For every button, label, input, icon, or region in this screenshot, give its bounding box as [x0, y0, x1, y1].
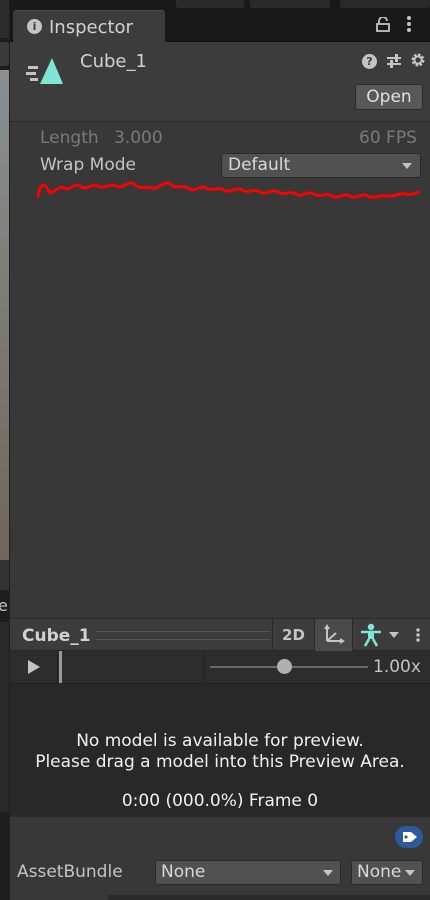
lock-icon[interactable] — [376, 17, 390, 32]
tag-icon[interactable] — [395, 826, 423, 848]
wrap-mode-value: Default — [228, 155, 291, 175]
wrap-mode-label: Wrap Mode — [40, 155, 136, 175]
play-icon — [28, 660, 40, 674]
scene-toolbar-edge — [0, 0, 9, 38]
bottom-edge — [108, 895, 430, 900]
preview-header: Cube_1 2D — [10, 618, 430, 651]
gear-icon[interactable] — [410, 52, 426, 68]
avatar-dropdown[interactable] — [352, 619, 410, 651]
open-button[interactable]: Open — [355, 84, 423, 110]
inspector-tabbar: i Inspector — [10, 0, 430, 43]
help-icon[interactable]: ? — [362, 54, 377, 69]
kebab-menu-icon[interactable] — [406, 15, 412, 33]
timeline-scrubber[interactable] — [59, 651, 62, 683]
chevron-down-icon — [405, 870, 415, 876]
toolbar-decor — [250, 0, 330, 8]
asset-bundle-bar: AssetBundle None None — [10, 816, 430, 900]
scene-viewport-edge[interactable] — [0, 70, 9, 560]
scene-view-edge: e — [0, 0, 10, 900]
play-button[interactable] — [10, 651, 58, 683]
fps-label: 60 FPS — [359, 128, 417, 148]
avatar-icon — [361, 623, 399, 647]
kebab-menu-icon[interactable] — [416, 628, 420, 642]
info-icon: i — [27, 19, 42, 34]
asset-bundle-name-dropdown[interactable]: None — [155, 860, 341, 885]
scene-tab-edge[interactable] — [0, 42, 9, 66]
red-underline-annotation — [36, 181, 420, 199]
preset-sliders-icon[interactable] — [386, 53, 402, 69]
preview-timeline: 1.00x — [10, 651, 430, 684]
asset-name: Cube_1 — [80, 51, 147, 72]
pivot-axes-icon — [324, 624, 345, 644]
chevron-down-icon — [402, 163, 412, 169]
preview-message-line1: No model is available for preview. — [76, 731, 364, 751]
length-value: 3.000 — [114, 128, 163, 148]
asset-bundle-label: AssetBundle — [17, 862, 123, 882]
wrap-mode-dropdown[interactable]: Default — [221, 153, 421, 178]
pivot-button[interactable] — [314, 619, 352, 651]
toolbar-decor — [340, 0, 430, 8]
preview-area[interactable]: No model is available for preview. Pleas… — [10, 684, 430, 816]
frame-info: 0:00 (000.0%) Frame 0 — [121, 791, 319, 811]
toggle-2d-button[interactable]: 2D — [272, 619, 314, 651]
toolbar-decor — [176, 0, 244, 8]
divider — [203, 651, 204, 683]
speed-value: 1.00x — [373, 657, 421, 677]
animation-clip-icon — [26, 58, 63, 84]
scene-panel-lower-edge — [0, 622, 9, 812]
inspector-panel: Cube_1 ? Open Length 3.000 60 FPS Wrap M… — [10, 42, 430, 618]
asset-bundle-variant-dropdown[interactable]: None — [351, 860, 423, 885]
asset-bundle-variant-value: None — [357, 862, 402, 882]
preview-resize-handle[interactable] — [96, 631, 270, 640]
scene-panel-edge — [0, 560, 9, 590]
speed-slider-knob[interactable] — [276, 659, 292, 674]
preview-title: Cube_1 — [22, 626, 91, 646]
chevron-down-icon — [323, 870, 333, 876]
length-label: Length — [40, 128, 99, 148]
asset-bundle-name-value: None — [161, 862, 206, 882]
preview-message-line2: Please drag a model into this Preview Ar… — [35, 752, 405, 772]
asset-header: Cube_1 ? Open — [10, 42, 430, 122]
tab-inspector-label: Inspector — [49, 17, 133, 38]
tab-inspector[interactable]: i Inspector — [13, 10, 165, 43]
truncated-label: e — [0, 596, 8, 615]
